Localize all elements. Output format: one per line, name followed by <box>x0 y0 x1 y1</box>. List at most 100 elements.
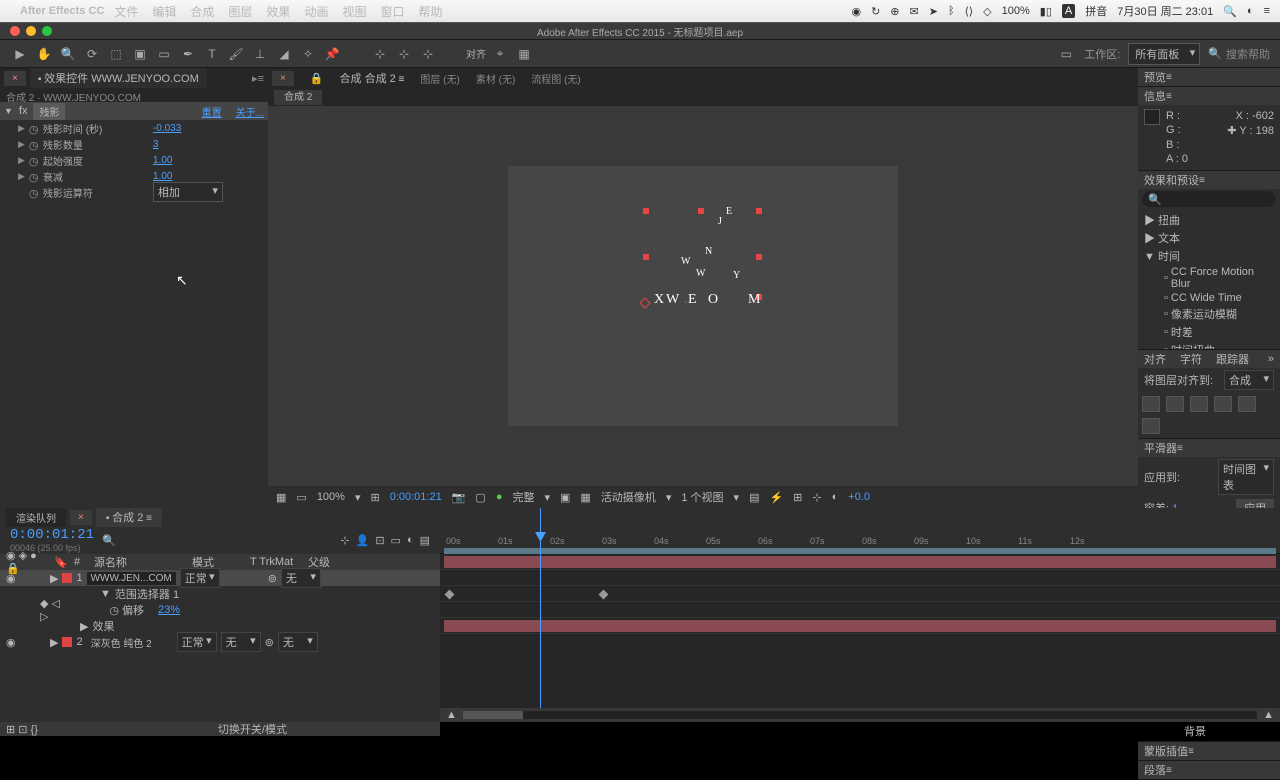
track-1[interactable] <box>440 554 1280 570</box>
tl-fx-icon[interactable]: ⊡ <box>375 534 384 547</box>
snap-icon[interactable]: ⌖ <box>490 44 510 64</box>
layer-bar[interactable] <box>444 620 1276 632</box>
search-help-input[interactable]: 搜索帮助 <box>1226 46 1270 62</box>
snap-icon2[interactable]: ▦ <box>514 44 534 64</box>
show-snap-icon[interactable]: ▢ <box>475 491 485 504</box>
pen-tool[interactable]: ✒ <box>178 44 198 64</box>
roi-icon[interactable]: ▣ <box>560 491 570 504</box>
twirl-icon[interactable]: ▶ <box>18 171 25 182</box>
selection-handle[interactable] <box>756 254 762 260</box>
about-link[interactable]: 关于... <box>236 104 264 119</box>
preset-item[interactable]: ▼ 时间 <box>1142 247 1276 265</box>
timeline-icon[interactable]: ⊞ <box>793 491 802 504</box>
prop-value[interactable]: 1.00 <box>153 171 172 182</box>
pixel-icon[interactable]: ▤ <box>749 491 759 504</box>
parent-dropdown[interactable]: 无▾ <box>278 632 318 652</box>
menu-comp[interactable]: 合成 <box>190 3 214 20</box>
flowchart-tab[interactable]: 流程图 (无) <box>531 71 580 86</box>
text-tool[interactable]: T <box>202 44 222 64</box>
mask-interp-header[interactable]: 蒙版插值 ≡ <box>1138 742 1280 760</box>
menu-anim[interactable]: 动画 <box>304 3 328 20</box>
tab-close-icon[interactable]: × <box>70 510 92 525</box>
views-dropdown[interactable]: 1 个视图 <box>681 489 723 505</box>
align-right[interactable] <box>1190 396 1208 412</box>
keyframe[interactable] <box>599 590 609 600</box>
align-top[interactable] <box>1214 396 1232 412</box>
menu-file[interactable]: 文件 <box>114 3 138 20</box>
workspace-select[interactable]: 所有面板▾ <box>1128 43 1200 65</box>
track-2[interactable] <box>440 618 1280 634</box>
effect-name[interactable]: 残影 <box>33 103 65 120</box>
notif-icon[interactable]: ≡ <box>1264 5 1270 17</box>
zoom-in-icon[interactable]: ▲ <box>1263 709 1274 721</box>
stopwatch-icon[interactable]: ◷ <box>29 171 39 181</box>
twirl-icon[interactable]: ▶ <box>18 155 25 166</box>
layer-name[interactable]: 深灰色 纯色 2 <box>87 634 173 651</box>
blend-mode[interactable]: 正常▾ <box>177 632 217 652</box>
puppet-tool[interactable]: 📌 <box>322 44 342 64</box>
preset-item[interactable]: ▫时差 <box>1142 323 1276 341</box>
current-timecode[interactable]: 0:00:01:21 <box>10 527 94 543</box>
preset-search-input[interactable]: 🔍 <box>1142 191 1276 207</box>
track-offset[interactable] <box>440 586 1280 602</box>
tl-shy-icon[interactable]: 👤 <box>356 534 370 547</box>
timeline-tracks[interactable]: 00s01s02s03s04s05s06s07s08s09s10s11s12s … <box>440 508 1280 722</box>
res-icon[interactable]: ⊞ <box>370 491 379 504</box>
parent-dropdown[interactable]: 无▾ <box>281 568 321 588</box>
offset-value[interactable]: 23% <box>158 604 180 616</box>
preset-item[interactable]: ▫像素运动模糊 <box>1142 305 1276 323</box>
camera-tool[interactable]: ⬚ <box>106 44 126 64</box>
stopwatch-icon[interactable]: ◷ <box>29 155 39 165</box>
menu-effect[interactable]: 效果 <box>266 3 290 20</box>
tl-opt-icon[interactable]: ⊹ <box>340 534 349 547</box>
smoother-panel-header[interactable]: 平滑器 ≡ <box>1138 439 1280 457</box>
prop-value[interactable]: 3 <box>153 139 159 150</box>
ime-badge[interactable]: A <box>1062 4 1075 18</box>
menu-edit[interactable]: 编辑 <box>152 3 176 20</box>
stopwatch-icon[interactable]: ◷ <box>29 139 39 149</box>
align-bottom[interactable] <box>1142 418 1160 434</box>
snapshot-icon[interactable]: 📷 <box>452 491 466 504</box>
axis-view[interactable]: ⊹ <box>418 44 438 64</box>
close-icon[interactable] <box>10 26 20 36</box>
prop-value[interactable]: 1.00 <box>153 155 172 166</box>
selection-handle[interactable] <box>643 254 649 260</box>
preset-item[interactable]: ▶ 文本 <box>1142 229 1276 247</box>
smoother-applyto[interactable]: 时间图表▾ <box>1218 459 1274 495</box>
tab-close-icon[interactable]: × <box>272 71 294 86</box>
selection-handle[interactable] <box>698 208 704 214</box>
layer-color[interactable] <box>62 573 72 583</box>
channel-icon[interactable]: ● <box>496 491 503 503</box>
info-panel-header[interactable]: 信息 ≡ <box>1138 87 1280 105</box>
fx-toggle-icon[interactable]: fx <box>19 105 28 117</box>
align-hcenter[interactable] <box>1166 396 1184 412</box>
preset-item[interactable]: ▫时间扭曲 <box>1142 341 1276 349</box>
eraser-tool[interactable]: ◢ <box>274 44 294 64</box>
layer-bar[interactable] <box>444 556 1276 568</box>
tl-frame-icon[interactable]: ▭ <box>391 534 401 547</box>
anchor-point[interactable] <box>639 297 650 308</box>
preset-item[interactable]: ▶ 扭曲 <box>1142 211 1276 229</box>
comp-viewer[interactable]: X W . E O M W W N J E Y <box>268 106 1138 486</box>
playhead[interactable] <box>540 508 541 722</box>
twirl-icon[interactable]: ▶ <box>18 123 25 134</box>
footage-tab[interactable]: 素材 (无) <box>476 71 515 86</box>
layer-row-1[interactable]: ◉ ▶ 1 WWW.JEN...COM 正常▾ ⊚ 无▾ <box>0 570 440 586</box>
time-navigator[interactable] <box>463 711 1257 719</box>
transparency-icon[interactable]: ▦ <box>580 491 590 504</box>
layer-name[interactable]: WWW.JEN...COM <box>87 572 176 585</box>
resolution-dropdown[interactable]: 完整 <box>512 489 534 505</box>
cc-icon[interactable]: ▭ <box>1056 44 1076 64</box>
time-display[interactable]: 0:00:01:21 <box>390 491 442 503</box>
brush-tool[interactable]: 🖌 <box>226 44 246 64</box>
zoom-tool[interactable]: 🔍 <box>58 44 78 64</box>
menu-window[interactable]: 窗口 <box>380 3 404 20</box>
paragraph-header[interactable]: 段落 ≡ <box>1138 761 1280 779</box>
toggle-switches[interactable]: 切换开关/模式 <box>218 721 287 737</box>
tab-close-icon[interactable]: × <box>4 71 26 86</box>
align-vcenter[interactable] <box>1238 396 1256 412</box>
fast-icon[interactable]: ⚡ <box>769 491 783 504</box>
reset-exposure-icon[interactable]: ◐ <box>832 491 839 503</box>
axis-world[interactable]: ⊹ <box>394 44 414 64</box>
pan-behind-tool[interactable]: ▣ <box>130 44 150 64</box>
